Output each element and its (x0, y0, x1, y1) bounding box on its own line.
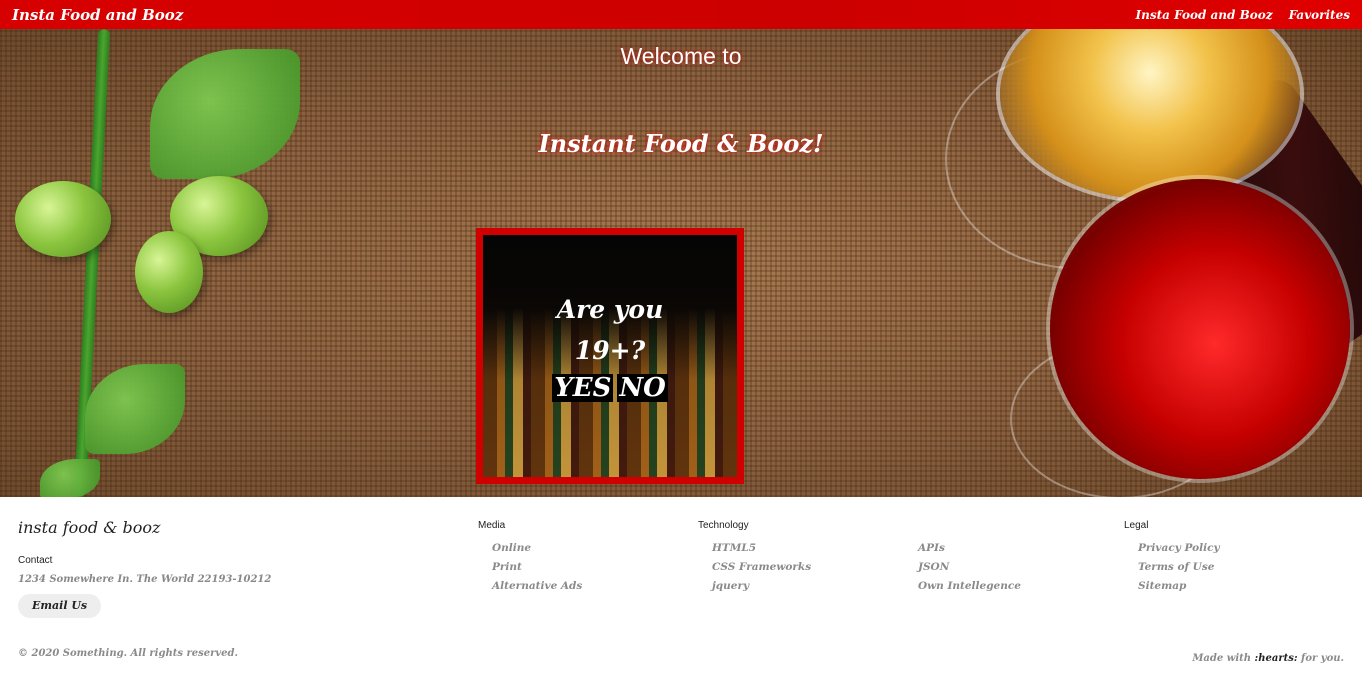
footer-link[interactable]: Print (492, 561, 582, 573)
top-navbar: Insta Food and Booz Insta Food and Booz … (0, 0, 1362, 29)
age-buttons: YES NO (552, 373, 668, 402)
age-question: Are you 19+? (556, 295, 664, 366)
footer-link[interactable]: APIs (918, 542, 1021, 554)
footer-copyright: © 2020 Something. All rights reserved. (18, 648, 238, 659)
footer-link[interactable]: Own Intellegence (918, 580, 1021, 592)
footer-link[interactable]: JSON (918, 561, 1021, 573)
hero-title: Instant Food & Booz! (538, 129, 824, 158)
hero-welcome-text: Welcome to (620, 43, 742, 69)
email-us-button[interactable]: Email Us (18, 594, 102, 618)
footer-link[interactable]: jquery (712, 580, 811, 592)
footer-link[interactable]: HTML5 (712, 542, 811, 554)
leaf-decoration (85, 364, 185, 454)
footer-column-legal: Privacy Policy Terms of Use Sitemap (1138, 542, 1220, 592)
footer-brand: insta food & booz (18, 518, 161, 537)
grape-decoration (15, 181, 111, 257)
footer-contact-heading: Contact (18, 555, 53, 566)
footer-column-technology-more: APIs JSON Own Intellegence (918, 542, 1021, 592)
footer-link[interactable]: Terms of Use (1138, 561, 1220, 573)
footer-heading-media: Media (478, 520, 506, 531)
age-verification-box: Are you 19+? YES NO (476, 228, 744, 484)
footer-link[interactable]: Privacy Policy (1138, 542, 1220, 554)
nav-link-home[interactable]: Insta Food and Booz (1136, 8, 1273, 22)
nav-links: Insta Food and Booz Favorites (1136, 8, 1351, 22)
footer-link[interactable]: Sitemap (1138, 580, 1220, 592)
age-yes-button[interactable]: YES (552, 373, 614, 402)
site-footer: insta food & booz Contact 1234 Somewhere… (0, 497, 1362, 686)
hero-section: Welcome to Instant Food & Booz! Are you … (0, 29, 1362, 497)
footer-column-technology: HTML5 CSS Frameworks jquery (712, 542, 811, 592)
made-with-prefix: Made with (1192, 653, 1252, 664)
nav-link-favorites[interactable]: Favorites (1289, 8, 1350, 22)
footer-column-media: Online Print Alternative Ads (492, 542, 582, 592)
made-with-suffix: for you. (1301, 653, 1344, 664)
heart-emoji-text: :hearts: (1254, 653, 1298, 664)
age-no-button[interactable]: NO (617, 373, 668, 402)
footer-made-with: Made with :hearts: for you. (1192, 653, 1344, 664)
grape-decoration (135, 231, 203, 313)
footer-heading-legal: Legal (1124, 520, 1149, 531)
footer-heading-technology: Technology (698, 520, 749, 531)
footer-link[interactable]: CSS Frameworks (712, 561, 811, 573)
leaf-decoration (40, 459, 100, 497)
footer-link[interactable]: Alternative Ads (492, 580, 582, 592)
footer-address: 1234 Somewhere In. The World 22193-10212 (18, 574, 272, 585)
red-wine-glass-decoration (1050, 179, 1350, 479)
footer-link[interactable]: Online (492, 542, 582, 554)
brand-logo-link[interactable]: Insta Food and Booz (12, 6, 183, 24)
